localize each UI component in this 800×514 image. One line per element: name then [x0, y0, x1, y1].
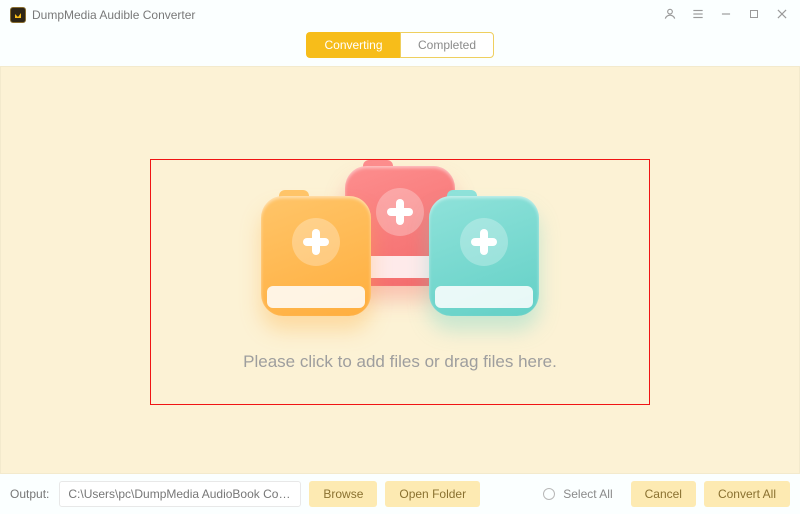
stage: Please click to add files or drag files …: [0, 66, 800, 474]
convert-all-button[interactable]: Convert All: [704, 481, 790, 507]
app-title: DumpMedia Audible Converter: [32, 8, 195, 22]
tab-completed[interactable]: Completed: [400, 32, 494, 58]
book-icon-teal: [429, 196, 539, 316]
plus-icon: [292, 218, 340, 266]
title-bar: DumpMedia Audible Converter: [0, 0, 800, 26]
plus-icon: [460, 218, 508, 266]
bottom-bar: Output: Browse Open Folder Select All Ca…: [0, 474, 800, 514]
account-icon[interactable]: [662, 7, 678, 24]
open-folder-button[interactable]: Open Folder: [385, 481, 480, 507]
select-all-toggle[interactable]: Select All: [543, 487, 612, 501]
select-all-label: Select All: [563, 487, 612, 501]
browse-button[interactable]: Browse: [309, 481, 377, 507]
dropzone[interactable]: Please click to add files or drag files …: [150, 159, 650, 405]
close-icon[interactable]: [774, 7, 790, 24]
output-path-field[interactable]: [59, 481, 301, 507]
dropzone-hint: Please click to add files or drag files …: [243, 352, 557, 372]
cancel-button[interactable]: Cancel: [631, 481, 696, 507]
minimize-icon[interactable]: [718, 7, 734, 24]
menu-icon[interactable]: [690, 7, 706, 24]
add-files-illustration: [255, 166, 545, 326]
plus-icon: [376, 188, 424, 236]
radio-icon: [543, 488, 555, 500]
app-icon: [10, 7, 26, 23]
output-label: Output:: [10, 487, 49, 501]
maximize-icon[interactable]: [746, 7, 762, 24]
tab-bar: Converting Completed: [0, 26, 800, 66]
tab-converting[interactable]: Converting: [306, 32, 400, 58]
book-icon-orange: [261, 196, 371, 316]
